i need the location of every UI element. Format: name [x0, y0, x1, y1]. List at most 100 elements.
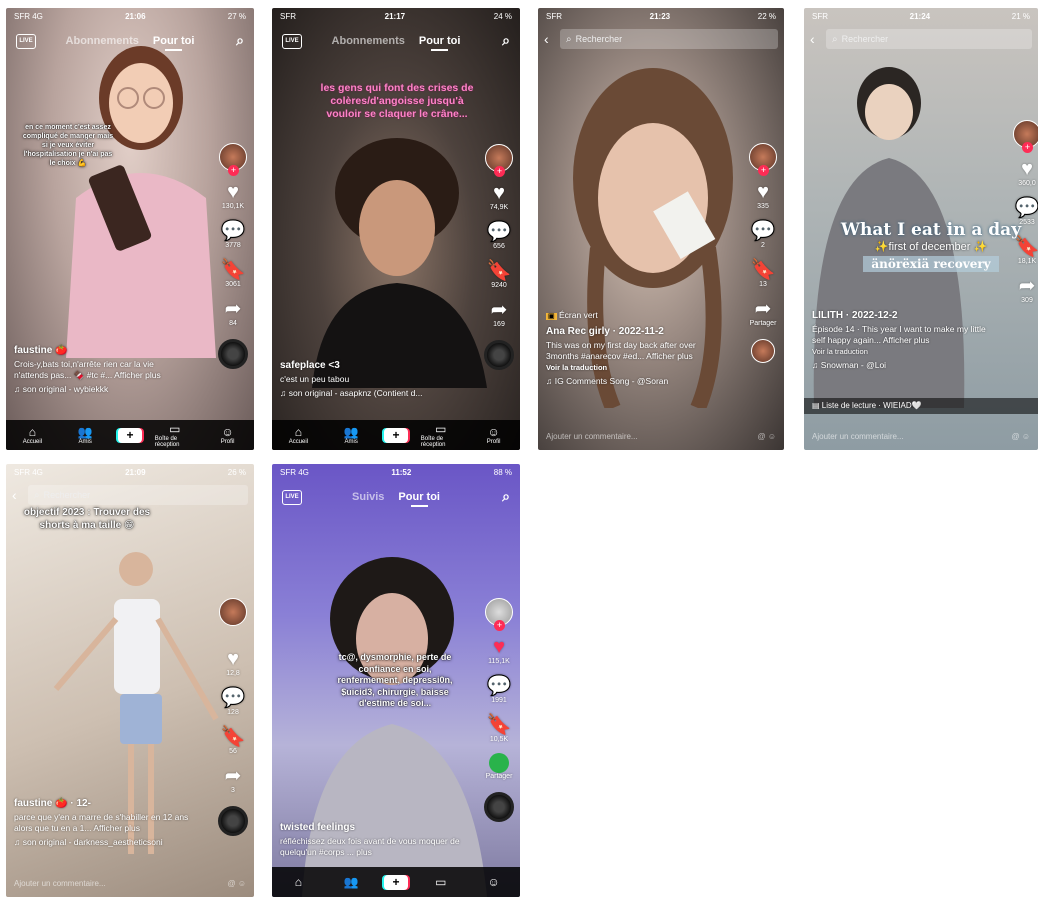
music-disc-icon[interactable] — [218, 806, 248, 836]
comment-icon[interactable]: 💬 — [1015, 197, 1038, 219]
creator-username[interactable]: Ana Rec girly · 2022-11-2 — [546, 326, 726, 337]
caption-text[interactable]: réfléchissez deux fois avant de vous moq… — [280, 836, 460, 858]
playlist-bar[interactable]: ▤ Liste de lecture · WIEIAD🤍 — [804, 398, 1038, 414]
caption-text[interactable]: parce que y'en a marre de s'habiller en … — [14, 812, 204, 834]
creator-username[interactable]: LILITH · 2022-12-2 — [812, 310, 992, 321]
heart-icon[interactable]: ♥ — [757, 181, 769, 203]
heart-icon[interactable]: ♥ — [227, 181, 239, 203]
nav-profile[interactable]: ☺ Profil — [208, 425, 248, 445]
share-message-icon[interactable] — [489, 753, 509, 773]
bookmark-icon[interactable]: 🔖 — [487, 260, 512, 282]
comment-icon[interactable]: 💬 — [221, 687, 246, 709]
tab-following[interactable]: Abonnements — [66, 35, 139, 47]
mention-emoji-icons[interactable]: @ ☺ — [757, 432, 776, 441]
nav-friends[interactable]: 👥 Amis — [331, 425, 371, 445]
comment-icon[interactable]: 💬 — [487, 675, 512, 697]
share-icon[interactable]: ➦ — [491, 299, 508, 321]
follow-icon[interactable]: + — [758, 165, 769, 176]
search-input[interactable]: ⌕ Rechercher — [560, 29, 778, 49]
search-icon[interactable]: ⌕ — [236, 32, 244, 49]
music-disc-icon[interactable] — [218, 339, 248, 369]
mention-emoji-icons[interactable]: @ ☺ — [227, 879, 246, 888]
heart-icon[interactable]: ♥ — [1021, 158, 1033, 180]
sound-label[interactable]: ♫ son original - asapknz (Contient d... — [280, 388, 460, 399]
nav-home[interactable]: ⌂ Accueil — [278, 425, 318, 445]
follow-icon[interactable]: + — [1022, 142, 1033, 153]
search-icon[interactable]: ⌕ — [502, 488, 510, 505]
create-button[interactable]: + — [117, 427, 142, 443]
share-icon[interactable]: ➦ — [225, 765, 242, 787]
caption-text[interactable]: Épisode 14 · This year I want to make my… — [812, 324, 992, 346]
bookmark-icon[interactable]: 🔖 — [751, 259, 776, 281]
search-icon[interactable]: ⌕ — [502, 32, 510, 49]
creator-avatar[interactable]: + — [749, 143, 777, 176]
creator-avatar[interactable]: + — [485, 598, 513, 631]
nav-inbox[interactable]: ▭ — [421, 875, 461, 889]
nav-inbox[interactable]: ▭ Boîte de réception — [155, 422, 195, 448]
music-disc-icon[interactable] — [484, 792, 514, 822]
bookmark-icon[interactable]: 🔖 — [1015, 236, 1038, 258]
translate-link[interactable]: Voir la traduction — [546, 362, 726, 373]
nav-home[interactable]: ⌂ — [278, 875, 318, 889]
comment-input[interactable]: Ajouter un commentaire... — [14, 879, 106, 888]
caption-text[interactable]: This was on my first day back after over… — [546, 340, 726, 362]
nav-home[interactable]: ⌂ Accueil — [12, 425, 52, 445]
nav-friends[interactable]: 👥 Amis — [65, 425, 105, 445]
live-icon[interactable]: LIVE — [282, 490, 302, 505]
tab-for-you[interactable]: Pour toi — [153, 35, 194, 51]
comment-icon[interactable]: 💬 — [751, 220, 776, 242]
sound-label[interactable]: ♫ son original - wybiekkk — [14, 384, 184, 395]
comment-input[interactable]: Ajouter un commentaire... — [812, 432, 904, 441]
search-input[interactable]: ⌕ Rechercher — [826, 29, 1032, 49]
back-icon[interactable]: ‹ — [12, 487, 28, 503]
comment-icon[interactable]: 💬 — [221, 220, 246, 242]
nav-profile[interactable]: ☺ Profil — [474, 425, 514, 445]
tab-for-you[interactable]: Pour toi — [419, 35, 460, 51]
creator-username[interactable]: faustine 🍅 · 12- — [14, 798, 204, 809]
sound-label[interactable]: ♫ IG Comments Song - @Soran — [546, 376, 726, 387]
share-icon[interactable]: ➦ — [755, 298, 772, 320]
sound-label[interactable]: ♫ Snowman - @Loi — [812, 360, 992, 371]
create-button[interactable]: + — [383, 874, 408, 890]
follow-icon[interactable]: + — [228, 165, 239, 176]
heart-icon[interactable]: ♥ — [227, 648, 239, 670]
live-icon[interactable]: LIVE — [16, 34, 36, 49]
creator-username[interactable]: faustine 🍅 — [14, 345, 184, 356]
creator-avatar[interactable]: + — [485, 144, 513, 177]
comment-icon[interactable]: 💬 — [487, 221, 512, 243]
translate-link[interactable]: Voir la traduction — [812, 346, 992, 357]
bookmark-icon[interactable]: 🔖 — [487, 714, 512, 736]
creator-avatar[interactable] — [219, 598, 247, 626]
heart-icon[interactable]: ♥ — [493, 182, 505, 204]
bookmark-icon[interactable]: 🔖 — [221, 726, 246, 748]
tab-following[interactable]: Suivis — [352, 491, 384, 503]
tab-following[interactable]: Abonnements — [332, 35, 405, 47]
green-screen-badge[interactable]: ▣ Écran vert — [546, 310, 726, 322]
bookmark-icon[interactable]: 🔖 — [221, 259, 246, 281]
follow-icon[interactable]: + — [494, 166, 505, 177]
tab-for-you[interactable]: Pour toi — [398, 491, 440, 507]
creator-avatar[interactable]: + — [1013, 120, 1038, 153]
mention-emoji-icons[interactable]: @ ☺ — [1011, 432, 1030, 441]
comment-input[interactable]: Ajouter un commentaire... — [546, 432, 638, 441]
heart-icon[interactable]: ♥ — [493, 636, 505, 658]
create-button[interactable]: + — [383, 427, 408, 443]
creator-username[interactable]: safeplace <3 — [280, 360, 460, 371]
creator-username[interactable]: twisted feelings — [280, 822, 460, 833]
follow-icon[interactable]: + — [494, 620, 505, 631]
creator-avatar[interactable]: + — [219, 143, 247, 176]
nav-profile[interactable]: ☺ — [474, 875, 514, 889]
share-icon[interactable]: ➦ — [225, 298, 242, 320]
nav-inbox[interactable]: ▭ Boîte de réception — [421, 422, 461, 448]
back-icon[interactable]: ‹ — [544, 31, 560, 47]
music-disc-icon[interactable] — [484, 340, 514, 370]
caption-text[interactable]: c'est un peu tabou — [280, 374, 460, 385]
nav-friends[interactable]: 👥 — [331, 875, 371, 889]
search-input[interactable]: ⌕ Rechercher — [28, 485, 248, 505]
live-icon[interactable]: LIVE — [282, 34, 302, 49]
music-disc-icon[interactable] — [751, 339, 775, 363]
sound-label[interactable]: ♫ son original - darkness_aestheticsoni — [14, 837, 204, 848]
caption-text[interactable]: Crois-y,bats toi,n'arrête rien car la vi… — [14, 359, 184, 381]
back-icon[interactable]: ‹ — [810, 31, 826, 47]
share-icon[interactable]: ➦ — [1019, 275, 1036, 297]
